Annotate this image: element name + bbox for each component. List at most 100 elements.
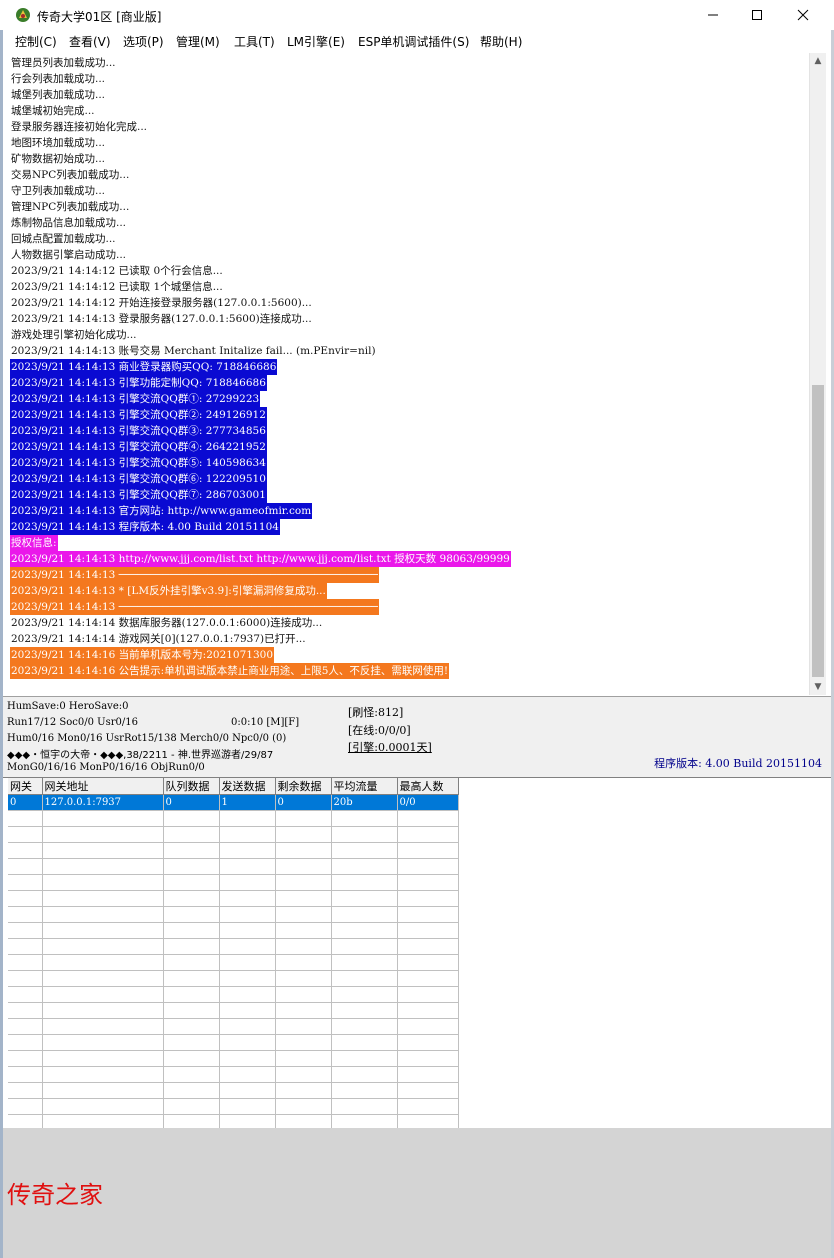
log-line: 2023/9/21 14:14:13 商业登录器购买QQ: 718846686 [10, 359, 278, 375]
empty-cell [275, 1082, 332, 1099]
empty-cell [163, 1018, 220, 1035]
empty-cell [163, 810, 220, 827]
empty-cell [331, 826, 398, 843]
empty-cell [163, 1034, 220, 1051]
log-scrollbar[interactable]: ▲ ▼ [809, 53, 826, 695]
log-line: 2023/9/21 14:14:14 数据库服务器(127.0.0.1:6000… [11, 617, 323, 629]
column-header[interactable]: 发送数据 [219, 778, 276, 795]
online-count-label: [在线:0/0/0] [348, 724, 411, 737]
empty-cell [42, 890, 164, 907]
empty-cell [42, 938, 164, 955]
menu-control[interactable]: 控制(C) [15, 33, 57, 50]
empty-cell [219, 826, 276, 843]
empty-cell [42, 922, 164, 939]
column-header[interactable]: 网关 [8, 778, 43, 795]
column-header[interactable]: 队列数据 [163, 778, 220, 795]
menu-manage[interactable]: 管理(M) [176, 33, 220, 50]
empty-cell [331, 842, 398, 859]
empty-cell [42, 826, 164, 843]
log-line: 登录服务器连接初始化完成... [11, 121, 148, 133]
empty-cell [163, 1050, 220, 1067]
empty-cell [163, 1066, 220, 1083]
table-row[interactable]: 0 127.0.0.1:7937 0 1 0 20b 0/0 [8, 794, 459, 811]
menu-esp-plugin[interactable]: ESP单机调试插件(S) [358, 33, 469, 50]
empty-cell [8, 890, 43, 907]
empty-cell [397, 1034, 459, 1051]
empty-cell [275, 890, 332, 907]
empty-cell [275, 1002, 332, 1019]
scroll-up-arrow-icon[interactable]: ▲ [810, 53, 826, 69]
empty-row [8, 874, 459, 891]
save-status: HumSave:0 HeroSave:0 [7, 701, 129, 712]
menu-options[interactable]: 选项(P) [123, 33, 164, 50]
log-line: 管理NPC列表加载成功... [11, 201, 130, 213]
minimize-icon [708, 14, 718, 16]
empty-cell [397, 1066, 459, 1083]
column-header[interactable]: 最高人数 [397, 778, 459, 795]
empty-cell [219, 842, 276, 859]
log-line: 炼制物品信息加载成功... [11, 217, 127, 229]
log-panel[interactable]: 管理员列表加载成功... 行会列表加载成功... 城堡列表加载成功... 城堡城初始完… [9, 53, 809, 695]
empty-cell [397, 890, 459, 907]
empty-cell [42, 970, 164, 987]
minimize-button[interactable] [690, 0, 736, 30]
log-line: 2023/9/21 14:14:13 引擎交流QQ群⑥: 122209510 [10, 471, 267, 487]
menu-help[interactable]: 帮助(H) [480, 33, 522, 50]
empty-cell [163, 906, 220, 923]
empty-cell [8, 986, 43, 1003]
empty-cell [42, 954, 164, 971]
empty-cell [397, 1050, 459, 1067]
empty-row [8, 1050, 459, 1067]
empty-cell [275, 842, 332, 859]
program-version: 程序版本: 4.00 Build 20151104 [654, 757, 822, 770]
empty-cell [8, 906, 43, 923]
empty-cell [331, 858, 398, 875]
empty-cell [397, 1098, 459, 1115]
empty-cell [275, 874, 332, 891]
monster-gen-status: MonG0/16/16 MonP0/16/16 ObjRun0/0 [7, 762, 205, 773]
empty-cell [397, 810, 459, 827]
log-line: 2023/9/21 14:14:13 程序版本: 4.00 Build 2015… [10, 519, 280, 535]
empty-row [8, 1082, 459, 1099]
log-line: 2023/9/21 14:14:12 开始连接登录服务器(127.0.0.1:5… [11, 297, 312, 309]
maximize-button[interactable] [734, 0, 780, 30]
empty-cell [219, 970, 276, 987]
column-header[interactable]: 网关地址 [42, 778, 164, 795]
empty-cell [331, 954, 398, 971]
gateway-table[interactable]: 网关 网关地址 队列数据 发送数据 剩余数据 平均流量 最高人数 0 127.0.0.1:793… [8, 778, 459, 1131]
empty-cell [8, 1098, 43, 1115]
log-line: 矿物数据初始成功... [11, 153, 106, 165]
empty-cell [42, 1098, 164, 1115]
column-header[interactable]: 平均流量 [331, 778, 398, 795]
table-cell: 0 [275, 794, 332, 811]
log-line: 游戏处理引擎初始化成功... [11, 329, 137, 341]
log-line: 2023/9/21 14:14:13 引擎交流QQ群②: 249126912 [10, 407, 267, 423]
empty-row [8, 954, 459, 971]
empty-cell [8, 954, 43, 971]
empty-cell [219, 986, 276, 1003]
menu-view[interactable]: 查看(V) [69, 33, 111, 50]
empty-cell [397, 906, 459, 923]
empty-cell [275, 1034, 332, 1051]
empty-cell [397, 842, 459, 859]
log-line: 2023/9/21 14:14:13 ─────────────────────… [10, 567, 379, 583]
close-button[interactable] [780, 0, 826, 30]
gateway-grid-area: 网关 网关地址 队列数据 发送数据 剩余数据 平均流量 最高人数 0 127.0.0.1:793… [3, 777, 831, 1131]
scroll-thumb[interactable] [812, 385, 824, 677]
empty-cell [275, 922, 332, 939]
menu-tools[interactable]: 工具(T) [234, 33, 275, 50]
empty-cell [275, 1066, 332, 1083]
engine-days-link[interactable]: [引擎:0.0001天] [348, 739, 432, 755]
menu-lm-engine[interactable]: LM引擎(E) [287, 33, 345, 50]
empty-cell [42, 874, 164, 891]
empty-cell [275, 1098, 332, 1115]
empty-cell [275, 826, 332, 843]
title-bar[interactable]: 传奇大学01区 [商业版] [0, 0, 834, 30]
empty-cell [331, 1050, 398, 1067]
empty-cell [8, 1002, 43, 1019]
table-cell: 0/0 [397, 794, 459, 811]
empty-cell [219, 1018, 276, 1035]
column-header[interactable]: 剩余数据 [275, 778, 332, 795]
empty-cell [331, 986, 398, 1003]
scroll-down-arrow-icon[interactable]: ▼ [810, 679, 826, 695]
